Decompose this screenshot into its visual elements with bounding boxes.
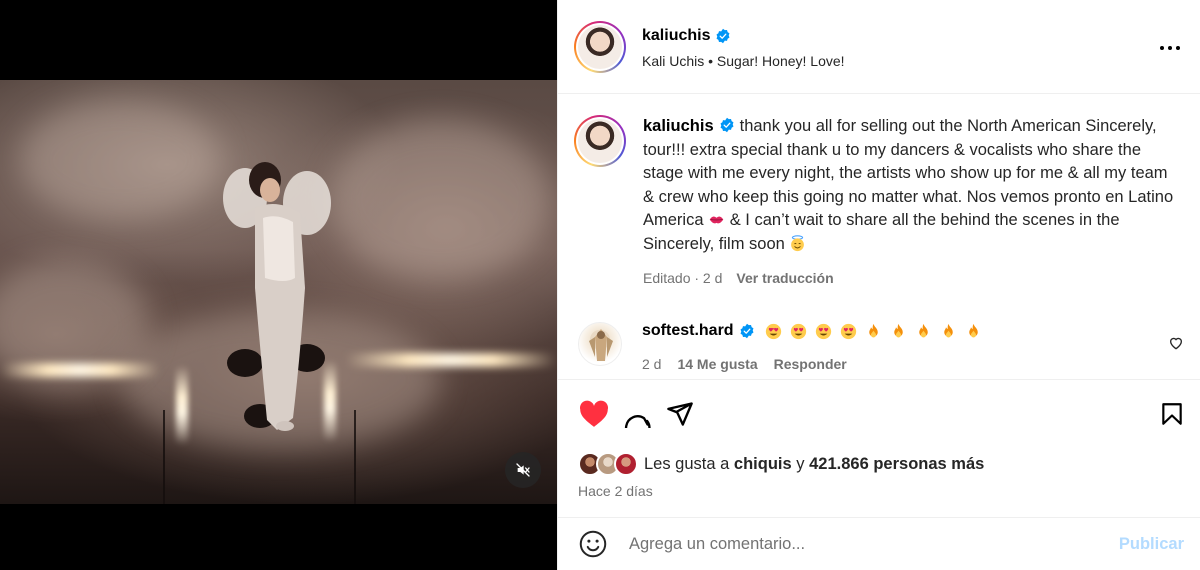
heart-eyes-emoji-icon xyxy=(790,323,806,339)
more-options-icon xyxy=(1160,46,1164,50)
comment-input[interactable] xyxy=(629,534,1119,554)
comment-item: softest.hard 2 d 14 Me gusta Responder xyxy=(578,322,1178,372)
post-actions: Les gusta a chiquis y 421.866 personas m… xyxy=(558,379,1200,517)
heart-eyes-emoji-icon xyxy=(765,323,781,339)
kiss-mark-emoji-icon xyxy=(709,216,724,224)
author-avatar[interactable] xyxy=(574,20,626,73)
fire-emoji-icon xyxy=(868,323,878,337)
speaker-muted-icon xyxy=(516,463,530,477)
fire-emoji-icon xyxy=(968,323,978,337)
author-username[interactable]: kaliuchis xyxy=(642,27,710,45)
fire-emoji-icon xyxy=(918,323,928,337)
media-pane xyxy=(0,0,557,570)
heart-filled-icon xyxy=(579,400,609,427)
heart-eyes-emoji-icon xyxy=(840,323,856,339)
share-button[interactable] xyxy=(664,398,696,430)
comment-likes-count[interactable]: 14 Me gusta xyxy=(677,356,757,372)
comment-emojis xyxy=(765,323,982,340)
verified-badge-icon xyxy=(717,28,730,43)
liker-avatars[interactable] xyxy=(578,452,638,476)
comment-bubble-icon xyxy=(624,415,651,428)
performer-figure xyxy=(223,162,331,431)
bookmark-icon xyxy=(1162,403,1182,425)
post-video[interactable] xyxy=(0,80,557,504)
see-translation-link[interactable]: Ver traducción xyxy=(736,270,833,286)
comment-button[interactable] xyxy=(621,398,653,430)
heart-eyes-emoji-icon xyxy=(815,323,831,339)
mute-button[interactable] xyxy=(505,452,541,488)
post-date[interactable]: Hace 2 días xyxy=(578,483,653,499)
emoji-picker-button[interactable] xyxy=(578,529,608,559)
verified-badge-icon xyxy=(740,323,754,339)
likes-others-count[interactable]: 421.866 personas más xyxy=(809,455,984,474)
caption-username[interactable]: kaliuchis xyxy=(643,117,714,135)
likes-connector: y xyxy=(796,454,805,473)
reply-button[interactable]: Responder xyxy=(774,356,847,372)
post-side-panel: kaliuchis Kali Uchis • Sugar! Honey! Lov… xyxy=(557,0,1200,570)
audio-link[interactable]: Kali Uchis • Sugar! Honey! Love! xyxy=(642,53,845,69)
fire-emoji-icon xyxy=(943,323,953,337)
commenter-username[interactable]: softest.hard xyxy=(642,322,734,340)
like-button[interactable] xyxy=(578,398,610,430)
post-modal: kaliuchis Kali Uchis • Sugar! Honey! Lov… xyxy=(0,0,1200,570)
more-options-button[interactable] xyxy=(1158,36,1182,60)
post-header: kaliuchis Kali Uchis • Sugar! Honey! Lov… xyxy=(558,0,1200,94)
comment-time: 2 d xyxy=(642,356,662,372)
publish-button[interactable]: Publicar xyxy=(1119,535,1184,554)
likes-summary: Les gusta a chiquis y 421.866 personas m… xyxy=(578,452,984,476)
paper-plane-icon xyxy=(667,402,693,426)
smiley-icon xyxy=(579,530,607,558)
verified-badge-icon xyxy=(720,117,734,133)
post-caption: kaliuchis thank you all for selling out … xyxy=(574,115,1184,286)
likes-prefix: Les gusta a xyxy=(644,454,730,473)
comments-area: kaliuchis thank you all for selling out … xyxy=(558,95,1200,379)
commenter-avatar[interactable] xyxy=(578,322,622,366)
comment-like-heart-icon[interactable] xyxy=(1168,335,1184,351)
caption-edited-time: Editado · 2 d xyxy=(643,269,723,286)
liker-username[interactable]: chiquis xyxy=(734,455,792,474)
smiling-face-halo-emoji-icon xyxy=(791,235,805,252)
fire-emoji-icon xyxy=(893,323,903,337)
caption-avatar[interactable] xyxy=(574,115,626,167)
save-button[interactable] xyxy=(1156,398,1188,430)
comment-composer: Publicar xyxy=(558,517,1200,570)
